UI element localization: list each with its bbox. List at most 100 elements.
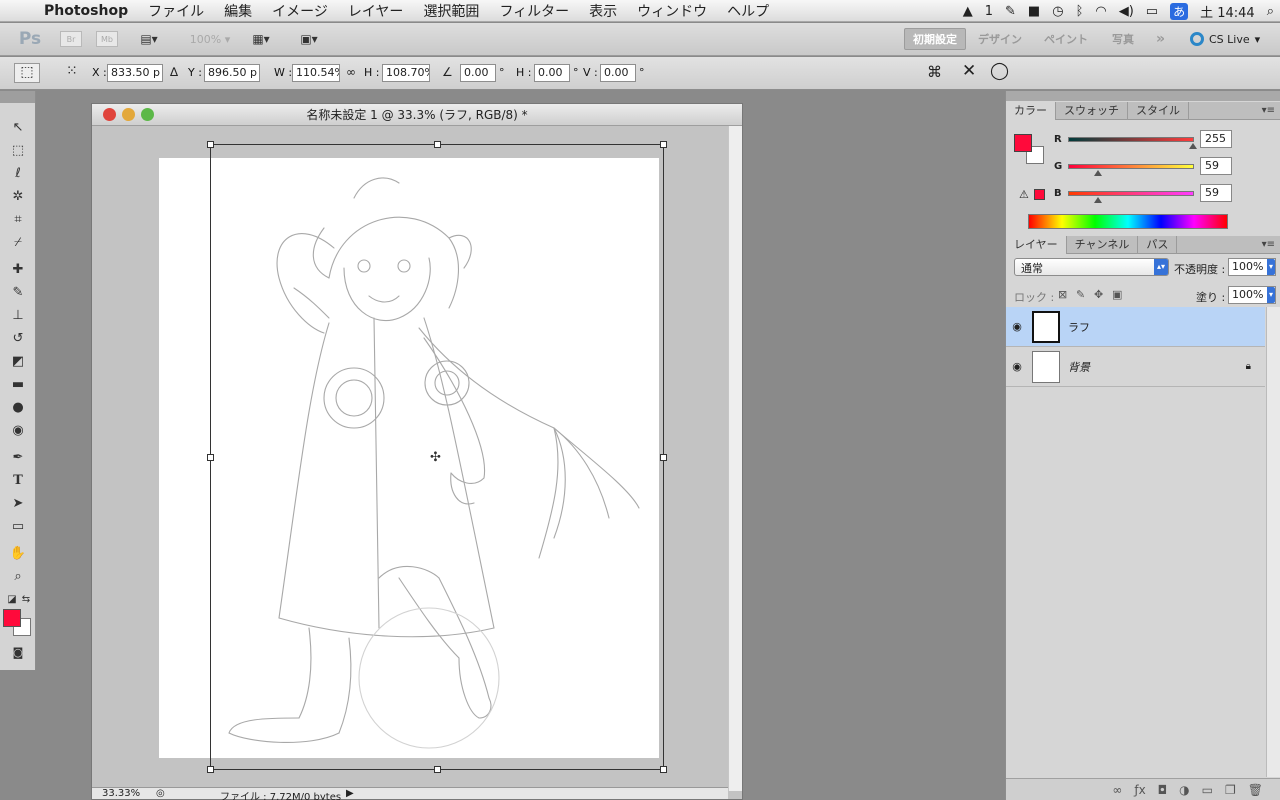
bluetooth-icon[interactable]: ᛒ	[1076, 4, 1084, 19]
type-tool-icon[interactable]: T	[6, 470, 30, 490]
layer-row-background[interactable]: ◉ 背景 🔒︎	[1006, 347, 1265, 387]
clock[interactable]: 土 14:44	[1200, 2, 1255, 21]
quick-mask-icon[interactable]: ◙	[6, 642, 30, 662]
transform-handle-bottom[interactable]	[434, 766, 441, 773]
pen-tool-icon[interactable]: ✒	[6, 447, 30, 467]
green-value-input[interactable]: 59	[1200, 157, 1232, 175]
transform-handle-left[interactable]	[207, 454, 214, 461]
path-selection-tool-icon[interactable]: ➤	[6, 493, 30, 513]
cancel-transform-icon[interactable]: ✕	[962, 61, 976, 81]
hand-tool-icon[interactable]: ✋	[6, 543, 30, 563]
color-panel-menu-icon[interactable]: ▾≡	[1262, 105, 1275, 116]
dodge-tool-icon[interactable]: ◉	[6, 420, 30, 440]
green-slider[interactable]	[1068, 163, 1194, 176]
menu-app-name[interactable]: Photoshop	[40, 3, 138, 19]
transform-reference-point-icon[interactable]: ✣	[430, 450, 441, 465]
tool-preset-picker[interactable]: ⬚	[14, 63, 40, 83]
red-slider-thumb[interactable]	[1189, 142, 1197, 149]
layers-panel-menu-icon[interactable]: ▾≡	[1262, 239, 1275, 250]
transform-handle-bottom-right[interactable]	[660, 766, 667, 773]
blend-mode-select[interactable]: 通常 ▴▾	[1014, 258, 1169, 276]
minimize-window-icon[interactable]	[122, 108, 135, 121]
workspace-more-button[interactable]: »	[1148, 28, 1173, 50]
workspace-design[interactable]: デザイン	[970, 28, 1030, 50]
opacity-arrow-icon[interactable]: ▾	[1267, 259, 1275, 275]
color-panel-foreground-swatch[interactable]	[1014, 134, 1032, 152]
battery-icon[interactable]: ▭	[1146, 4, 1158, 19]
shape-tool-icon[interactable]: ▭	[6, 516, 30, 536]
lock-transparency-icon[interactable]: ⊠	[1058, 288, 1067, 301]
input-method-icon[interactable]: あ	[1170, 2, 1189, 20]
square-icon[interactable]: ■	[1028, 4, 1040, 19]
transform-handle-top-left[interactable]	[207, 141, 214, 148]
blue-value-input[interactable]: 59	[1200, 184, 1232, 202]
new-layer-icon[interactable]: ❐	[1225, 783, 1236, 797]
menu-window[interactable]: ウィンドウ	[627, 1, 717, 21]
workspace-essentials[interactable]: 初期設定	[904, 28, 966, 50]
new-group-icon[interactable]: ▭	[1202, 783, 1213, 797]
transform-handle-right[interactable]	[660, 454, 667, 461]
cs-live-button[interactable]: CS Live ▾	[1190, 29, 1260, 49]
eyedropper-tool-icon[interactable]: ⌿	[6, 232, 30, 252]
color-spectrum-bar[interactable]	[1028, 214, 1228, 229]
width-scale-input[interactable]: 110.54%	[292, 64, 340, 82]
x-position-input[interactable]: 833.50 p	[107, 64, 163, 82]
gamut-warning-icon[interactable]: ⚠	[1019, 188, 1029, 201]
marquee-tool-icon[interactable]: ⬚	[6, 140, 30, 160]
reference-point-icon[interactable]: ⁙	[66, 63, 78, 79]
status-menu-arrow-icon[interactable]: ▶	[346, 788, 354, 799]
layer-visibility-eye-icon[interactable]: ◉	[1006, 360, 1028, 373]
height-scale-input[interactable]: 108.70%	[382, 64, 430, 82]
menu-view[interactable]: 表示	[579, 1, 627, 21]
transform-handle-top[interactable]	[434, 141, 441, 148]
lock-pixels-icon[interactable]: ✎	[1076, 288, 1085, 301]
tab-channels[interactable]: チャンネル	[1067, 236, 1139, 254]
vertical-scrollbar[interactable]	[728, 126, 742, 791]
warp-mode-icon[interactable]: ⌘	[927, 63, 942, 81]
link-icon[interactable]: ∞	[346, 65, 356, 79]
menu-edit[interactable]: 編集	[214, 1, 262, 21]
menu-filter[interactable]: フィルター	[489, 1, 579, 21]
tab-color[interactable]: カラー	[1006, 102, 1056, 120]
tab-paths[interactable]: パス	[1138, 236, 1178, 254]
healing-brush-tool-icon[interactable]: ✚	[6, 259, 30, 279]
close-window-icon[interactable]	[103, 108, 116, 121]
workspace-painting[interactable]: ペイント	[1036, 28, 1096, 50]
tab-swatches[interactable]: スウォッチ	[1056, 102, 1128, 120]
spotlight-icon[interactable]: ⌕	[1267, 4, 1274, 19]
move-tool-icon[interactable]: ↖	[6, 117, 30, 137]
relative-position-icon[interactable]: ∆	[170, 65, 178, 79]
blue-slider[interactable]	[1068, 190, 1194, 203]
menu-select[interactable]: 選択範囲	[413, 1, 489, 21]
lock-all-icon[interactable]: ▣	[1112, 288, 1122, 301]
tab-styles[interactable]: スタイル	[1128, 102, 1189, 120]
link-layers-icon[interactable]: ∞	[1112, 783, 1122, 797]
tools-panel-grip[interactable]	[0, 91, 35, 103]
delete-layer-icon[interactable]: 🗑︎	[1248, 783, 1263, 797]
green-slider-thumb[interactable]	[1093, 169, 1102, 176]
layer-visibility-eye-icon[interactable]: ◉	[1006, 320, 1028, 333]
zoom-window-icon[interactable]	[141, 108, 154, 121]
gamut-color-swatch[interactable]	[1034, 189, 1045, 200]
commit-transform-icon[interactable]: ◯	[990, 61, 1009, 81]
layer-name[interactable]: ラフ	[1068, 319, 1090, 335]
crop-tool-icon[interactable]: ⌗	[6, 209, 30, 229]
vertical-skew-input[interactable]: 0.00	[600, 64, 636, 82]
layers-scrollbar[interactable]	[1266, 307, 1280, 777]
volume-icon[interactable]: ◀)	[1119, 4, 1134, 19]
history-brush-tool-icon[interactable]: ↺	[6, 328, 30, 348]
menu-help[interactable]: ヘルプ	[717, 1, 779, 21]
lasso-tool-icon[interactable]: ℓ	[6, 163, 30, 183]
arrange-documents-dropdown[interactable]: ▦▾	[246, 29, 276, 49]
workspace-photography[interactable]: 写真	[1104, 28, 1142, 50]
document-title-bar[interactable]: 名称未設定 1 @ 33.3% (ラフ, RGB/8) *	[92, 104, 742, 126]
brush-tool-icon[interactable]: ✎	[6, 282, 30, 302]
blur-tool-icon[interactable]: ●	[6, 397, 30, 417]
adjustment-layer-icon[interactable]: ◑	[1179, 783, 1189, 797]
quick-select-tool-icon[interactable]: ✲	[6, 186, 30, 206]
menu-file[interactable]: ファイル	[138, 1, 214, 21]
lock-position-icon[interactable]: ✥	[1094, 288, 1103, 301]
transform-handle-bottom-left[interactable]	[207, 766, 214, 773]
rotate-angle-input[interactable]: 0.00	[460, 64, 496, 82]
horizontal-skew-input[interactable]: 0.00	[534, 64, 570, 82]
